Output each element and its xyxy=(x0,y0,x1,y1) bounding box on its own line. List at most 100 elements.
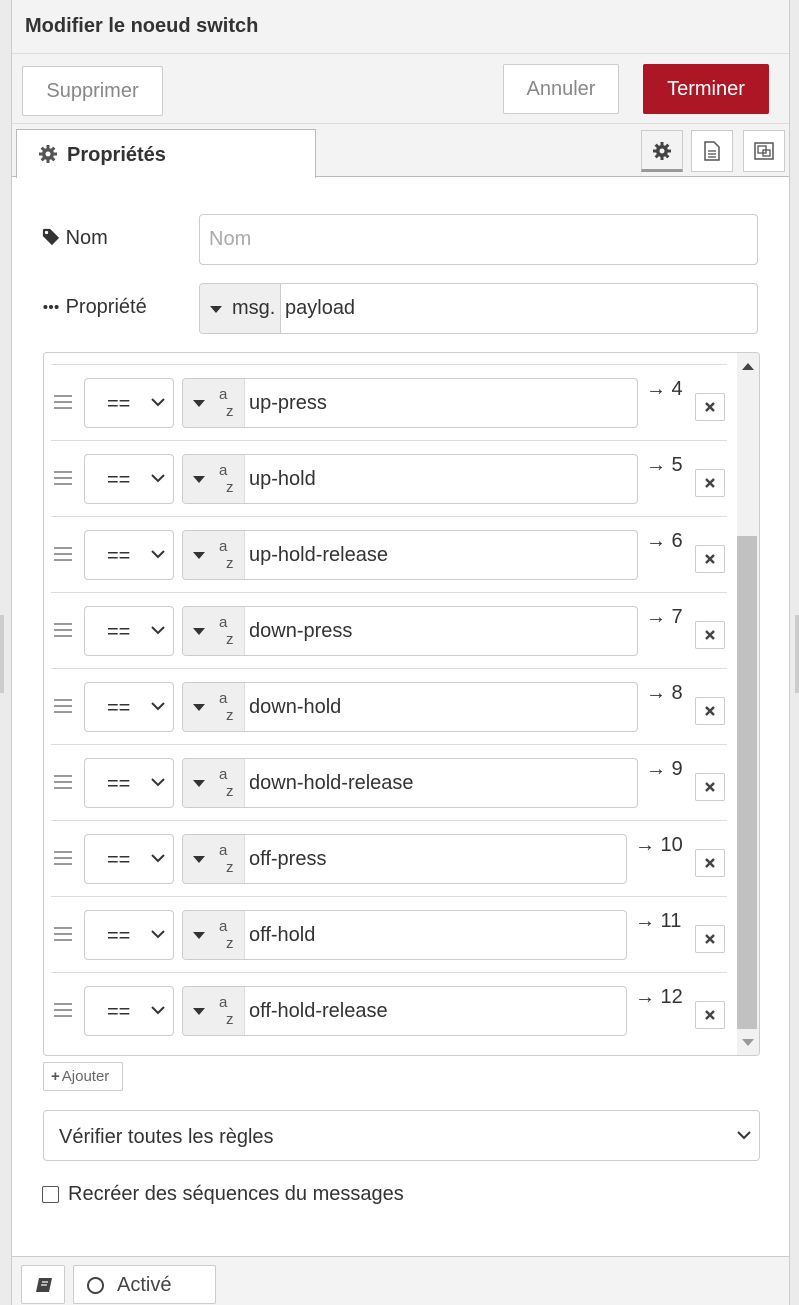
rule-operator-value: == xyxy=(107,469,131,491)
rule-operator-select[interactable]: == xyxy=(84,530,174,580)
rule-operator-select[interactable]: == xyxy=(84,378,174,428)
rule-value-type-selector[interactable]: az xyxy=(183,759,245,807)
delete-rule-button[interactable] xyxy=(695,545,725,573)
check-mode-select[interactable]: Vérifier toutes les règles xyxy=(43,1110,760,1161)
delete-rule-button[interactable] xyxy=(695,469,725,497)
gear-icon xyxy=(39,145,57,163)
scroll-down-arrow-icon[interactable] xyxy=(742,1039,754,1046)
drag-handle-icon[interactable] xyxy=(54,471,72,487)
drag-handle-icon[interactable] xyxy=(54,395,72,411)
rule-value: down-press xyxy=(249,620,353,642)
rule-value: up-press xyxy=(249,392,327,414)
chevron-down-icon xyxy=(151,474,165,483)
rule-value-type-selector[interactable]: az xyxy=(183,683,245,731)
tab-properties[interactable]: Propriétés xyxy=(16,129,316,178)
delete-rule-button[interactable] xyxy=(695,849,725,877)
dialog-titlebar: Modifier le noeud switch xyxy=(12,0,789,54)
cancel-button[interactable]: Annuler xyxy=(503,64,619,114)
tab-appearance-button[interactable] xyxy=(743,130,785,172)
delete-rule-button[interactable] xyxy=(695,621,725,649)
property-input[interactable]: msg. payload xyxy=(199,283,758,334)
delete-rule-button[interactable] xyxy=(695,773,725,801)
rule-operator-select[interactable]: == xyxy=(84,454,174,504)
close-icon xyxy=(705,934,715,944)
chevron-down-icon xyxy=(151,854,165,863)
drag-handle-icon[interactable] xyxy=(54,699,72,715)
rule-value-type-selector[interactable]: az xyxy=(183,531,245,579)
rule-value-input[interactable]: a z off-press xyxy=(182,834,627,884)
rule-value-type-selector[interactable]: az xyxy=(183,911,245,959)
rule-value-type-selector[interactable]: az xyxy=(183,607,245,655)
rule-value-input[interactable]: a z up-press xyxy=(182,378,638,428)
delete-button[interactable]: Supprimer xyxy=(22,66,163,116)
rule-operator-select[interactable]: == xyxy=(84,758,174,808)
rules-list-content: == a z up-press → 4 == a z up-hold → 5 == a z up-hold… xyxy=(51,364,727,1055)
rule-operator-select[interactable]: == xyxy=(84,682,174,732)
tab-description-button[interactable] xyxy=(691,130,733,172)
layout-icon xyxy=(754,142,774,160)
node-help-button[interactable] xyxy=(21,1265,65,1304)
delete-rule-button[interactable] xyxy=(695,393,725,421)
rule-row: == a z up-hold-release → 6 xyxy=(51,516,727,592)
gear-icon xyxy=(653,142,671,160)
rule-value-type-selector[interactable]: az xyxy=(183,835,245,883)
rule-operator-select[interactable]: == xyxy=(84,834,174,884)
rule-value-input[interactable]: a z off-hold xyxy=(182,910,627,960)
drag-handle-icon[interactable] xyxy=(54,851,72,867)
rule-value-input[interactable]: a z down-hold xyxy=(182,682,638,732)
string-type-icon: az xyxy=(219,842,234,876)
rule-operator-value: == xyxy=(107,1001,131,1023)
tab-settings-button[interactable] xyxy=(641,130,683,172)
property-type-selector[interactable]: msg. xyxy=(200,284,281,333)
scrollbar-thumb[interactable] xyxy=(737,536,757,1029)
drag-handle-icon[interactable] xyxy=(54,775,72,791)
rule-value-input[interactable]: a z up-hold-release xyxy=(182,530,638,580)
recreate-sequences-checkbox[interactable] xyxy=(42,1186,59,1203)
drag-handle-icon[interactable] xyxy=(54,623,72,639)
caret-down-icon xyxy=(193,400,205,407)
caret-down-icon xyxy=(193,1008,205,1015)
rule-operator-select[interactable]: == xyxy=(84,606,174,656)
done-button[interactable]: Terminer xyxy=(643,64,769,114)
rule-operator-value: == xyxy=(107,925,131,947)
rule-output-label: → 8 xyxy=(646,682,683,704)
rule-output-label: → 10 xyxy=(635,834,683,856)
delete-rule-button[interactable] xyxy=(695,697,725,725)
rule-value-input[interactable]: a z off-hold-release xyxy=(182,986,627,1036)
rule-operator-select[interactable]: == xyxy=(84,986,174,1036)
resize-handle-left[interactable] xyxy=(0,615,4,693)
delete-rule-button[interactable] xyxy=(695,925,725,953)
rule-operator-value: == xyxy=(107,849,131,871)
rule-value-type-selector[interactable]: az xyxy=(183,987,245,1035)
edit-dialog: Modifier le noeud switch Supprimer Annul… xyxy=(11,0,790,1305)
rule-operator-select[interactable]: == xyxy=(84,910,174,960)
delete-rule-button[interactable] xyxy=(695,1001,725,1029)
name-input[interactable] xyxy=(199,214,758,265)
rule-row: == a z down-hold → 8 xyxy=(51,668,727,744)
name-label-text: Nom xyxy=(65,227,108,249)
resize-handle-right[interactable] xyxy=(795,615,799,693)
scroll-up-arrow-icon[interactable] xyxy=(742,363,754,370)
rule-value-type-selector[interactable]: az xyxy=(183,455,245,503)
drag-handle-icon[interactable] xyxy=(54,1003,72,1019)
chevron-down-icon xyxy=(151,398,165,407)
caret-down-icon xyxy=(193,780,205,787)
rule-value-input[interactable]: a z down-press xyxy=(182,606,638,656)
add-rule-button[interactable]: + Ajouter xyxy=(43,1062,123,1091)
rule-output-label: → 11 xyxy=(635,910,682,932)
caret-down-icon xyxy=(193,932,205,939)
rule-operator-value: == xyxy=(107,697,131,719)
chevron-down-icon xyxy=(151,550,165,559)
rule-value-input[interactable]: a z down-hold-release xyxy=(182,758,638,808)
rule-value-input[interactable]: a z up-hold xyxy=(182,454,638,504)
rules-scrollbar[interactable] xyxy=(737,353,759,1055)
plus-icon: + xyxy=(51,1068,60,1085)
string-type-icon: az xyxy=(219,386,234,420)
enabled-toggle[interactable]: Activé xyxy=(73,1265,216,1304)
drag-handle-icon[interactable] xyxy=(54,927,72,943)
caret-down-icon xyxy=(210,306,222,313)
drag-handle-icon[interactable] xyxy=(54,547,72,563)
rule-value-type-selector[interactable]: az xyxy=(183,379,245,427)
rule-operator-value: == xyxy=(107,545,131,567)
rule-output-label: → 4 xyxy=(646,378,683,400)
